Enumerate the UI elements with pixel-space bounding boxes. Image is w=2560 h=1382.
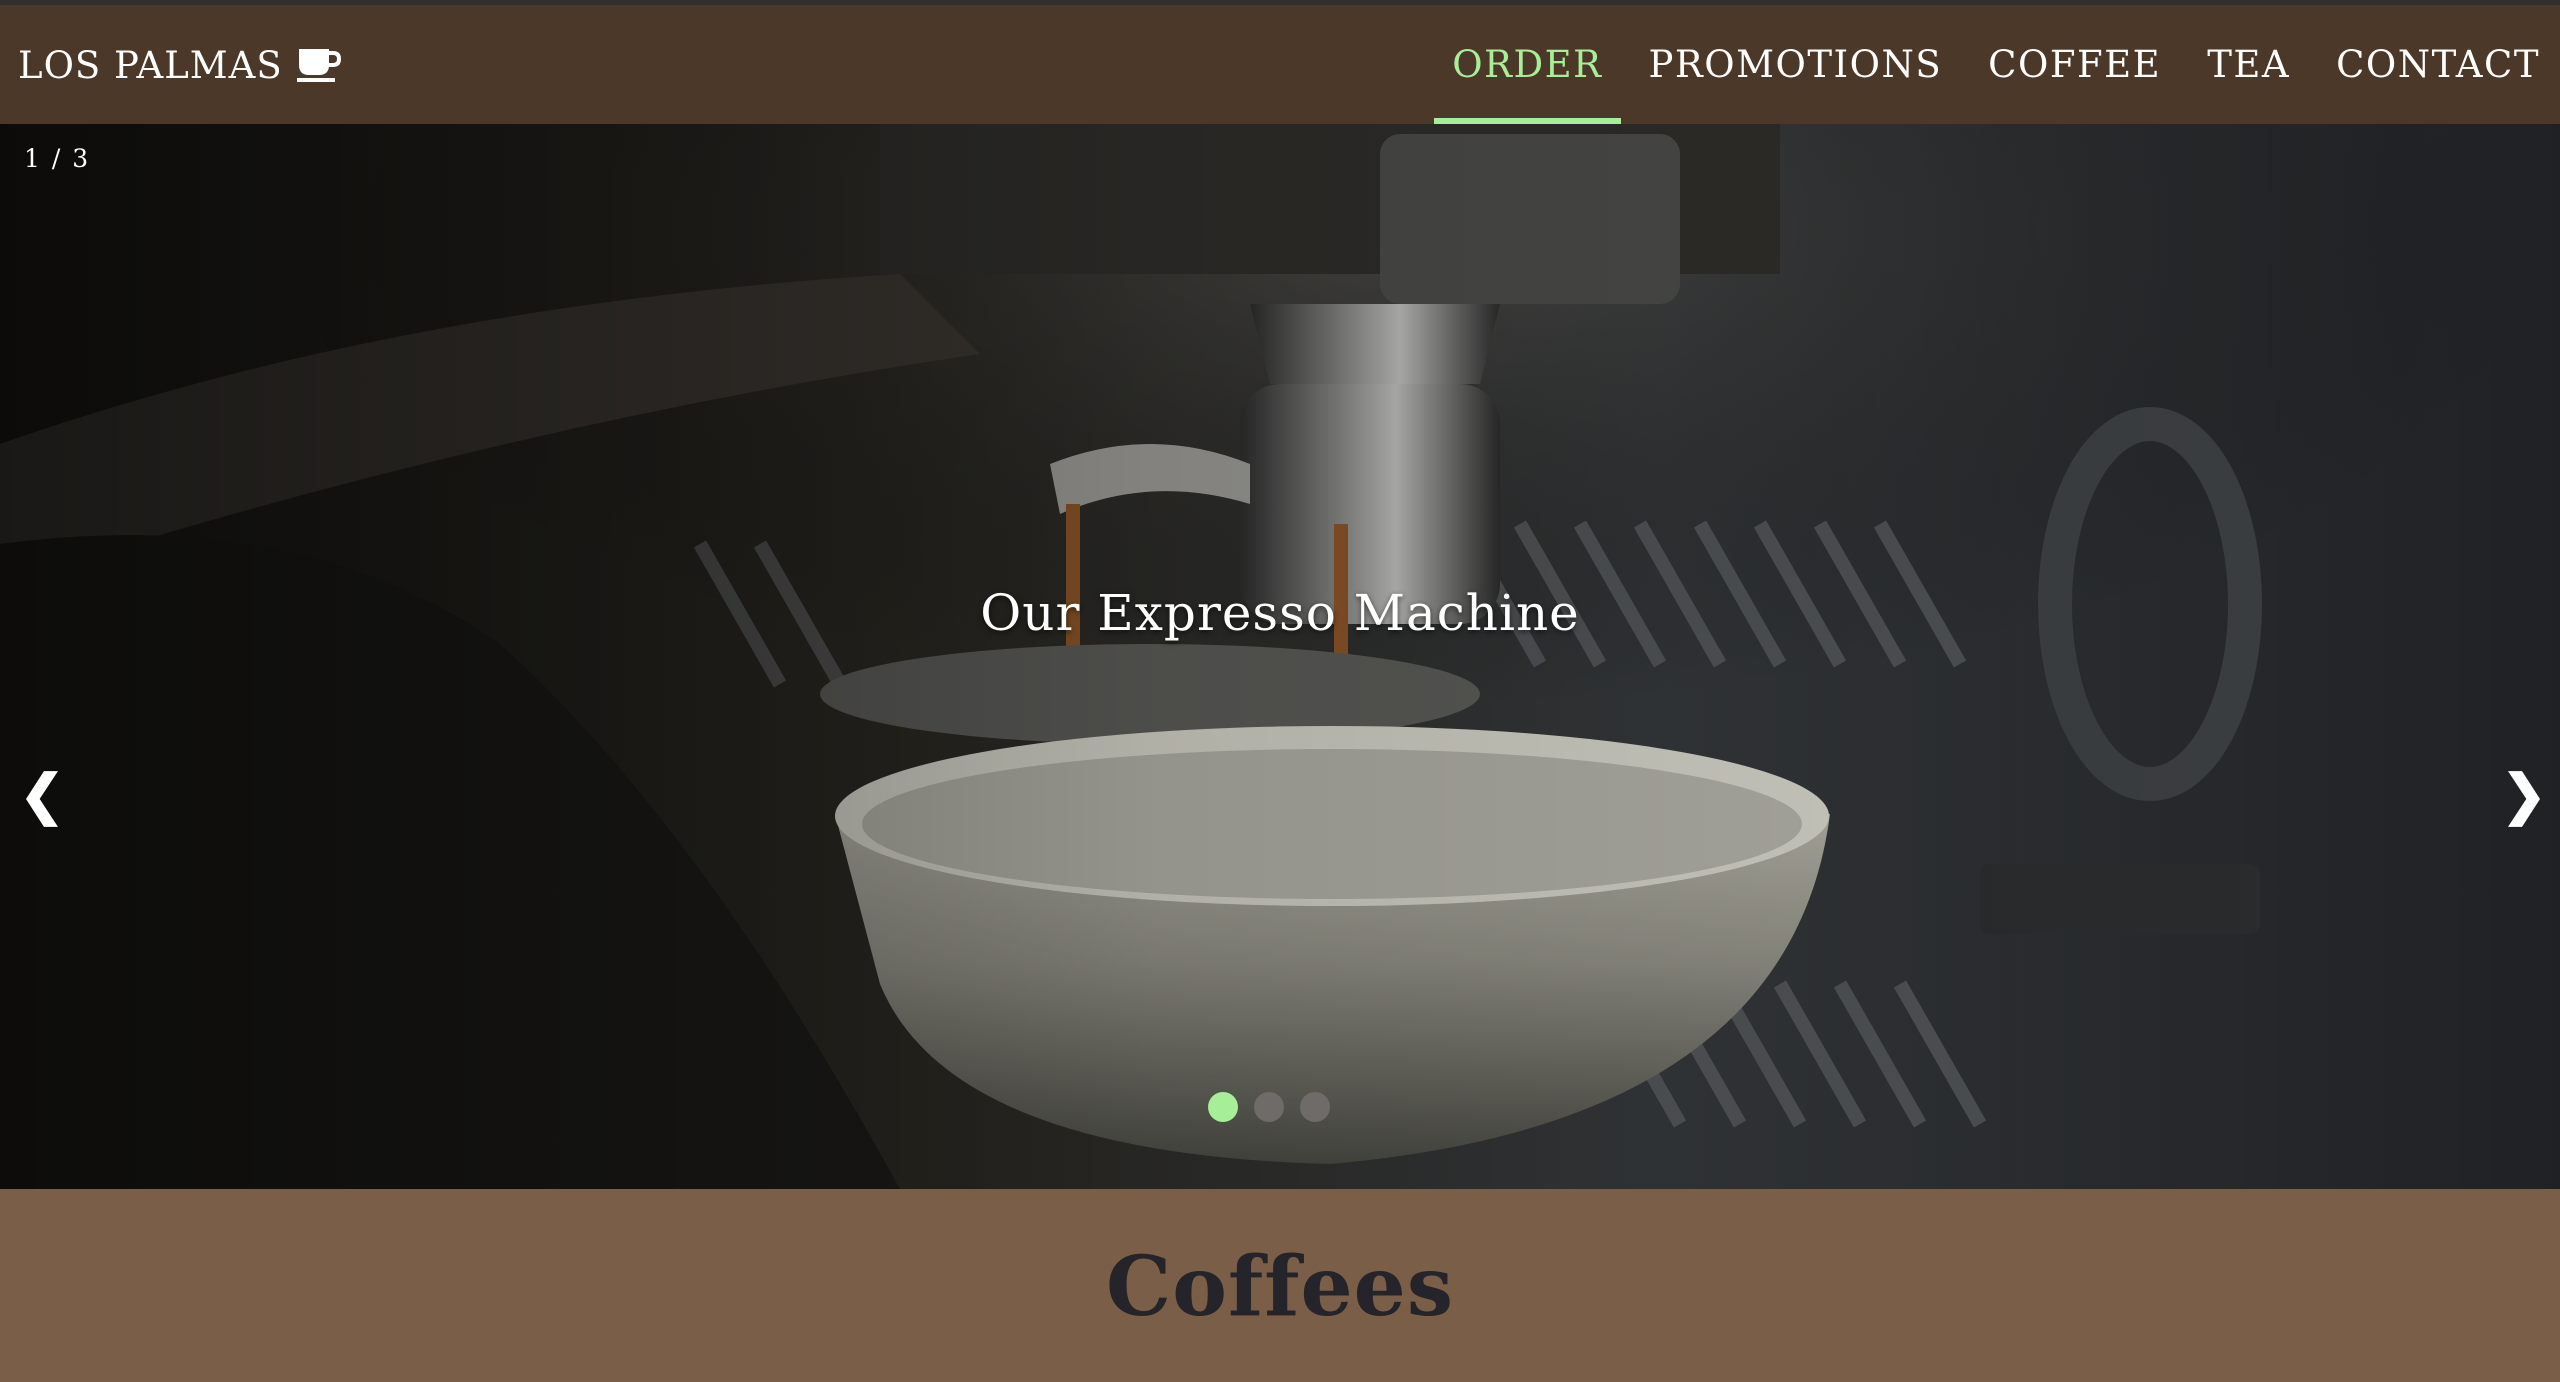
coffees-section: Coffees xyxy=(0,1189,2560,1382)
slide-caption: Our Expresso Machine xyxy=(980,584,1580,642)
brand-link[interactable]: LOS PALMAS xyxy=(18,39,341,91)
slide-dot-1[interactable] xyxy=(1208,1092,1238,1122)
chevron-right-icon: ❯ xyxy=(2501,762,2547,826)
espresso-machine-image xyxy=(0,124,2560,1189)
nav-item-label: CONTACT xyxy=(2336,43,2540,86)
slide-dot-3[interactable] xyxy=(1300,1092,1330,1122)
nav-item-promotions[interactable]: PROMOTIONS xyxy=(1631,5,1961,124)
nav-item-label: ORDER xyxy=(1452,43,1603,86)
nav-item-contact[interactable]: CONTACT xyxy=(2318,5,2560,124)
nav-item-order[interactable]: ORDER xyxy=(1434,5,1621,126)
nav-item-label: TEA xyxy=(2207,43,2291,86)
nav-menu: ORDER PROMOTIONS COFFEE TEA CONTACT xyxy=(1434,5,2560,126)
nav-item-coffee[interactable]: COFFEE xyxy=(1970,5,2179,124)
slide-indicators xyxy=(0,1092,2560,1122)
chevron-left-icon: ❮ xyxy=(19,762,65,826)
hero-slideshow: 1 / 3 Our Expresso Machine ❮ ❯ xyxy=(0,124,2560,1189)
nav-item-label: COFFEE xyxy=(1988,43,2162,86)
coffee-cup-icon xyxy=(296,47,341,83)
nav-item-tea[interactable]: TEA xyxy=(2189,5,2308,124)
slide-dot-2[interactable] xyxy=(1254,1092,1284,1122)
prev-slide-button[interactable]: ❮ xyxy=(12,744,72,844)
section-title: Coffees xyxy=(1105,1239,1454,1335)
nav-item-label: PROMOTIONS xyxy=(1648,43,1943,86)
next-slide-button[interactable]: ❯ xyxy=(2494,744,2554,844)
brand-name: LOS PALMAS xyxy=(18,43,283,87)
navbar: LOS PALMAS ORDER PROMOTIONS COFFEE TEA C… xyxy=(0,0,2560,126)
slide-counter: 1 / 3 xyxy=(24,144,91,173)
